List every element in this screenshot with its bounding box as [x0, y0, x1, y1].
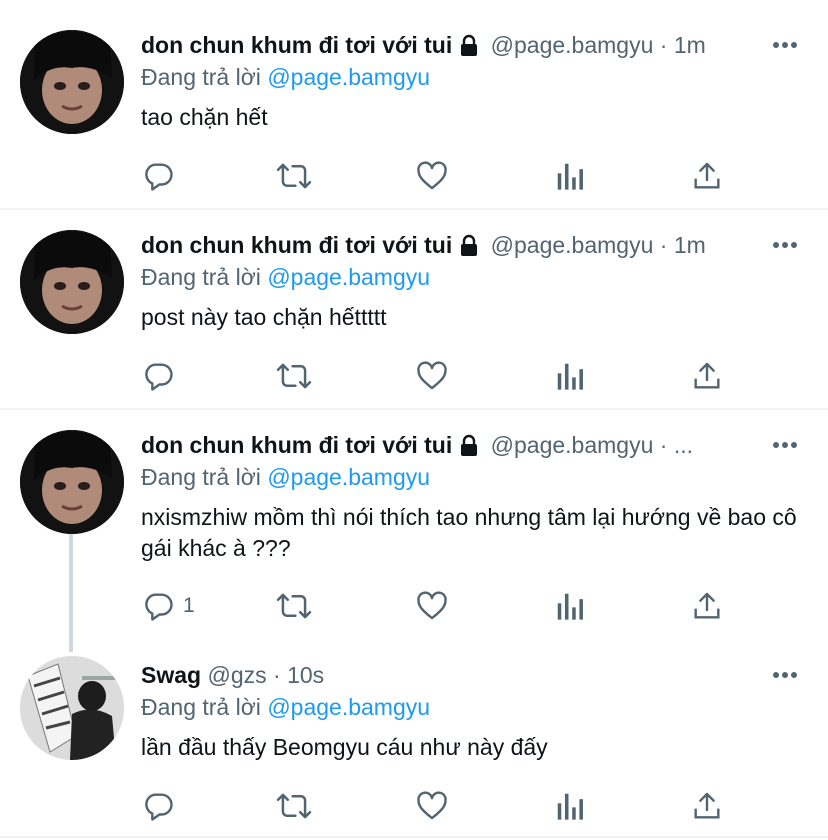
- retweet-icon: [276, 363, 312, 389]
- mention-link[interactable]: @page.bamgyu: [267, 64, 430, 90]
- lock-icon: [458, 33, 480, 60]
- share-button[interactable]: [691, 588, 723, 624]
- timestamp[interactable]: ...: [674, 432, 693, 458]
- reply-icon: [145, 363, 173, 391]
- divider: [0, 208, 828, 210]
- heart-icon: [417, 361, 447, 390]
- share-button[interactable]: [691, 358, 723, 394]
- tweet-text: tao chặn hết: [141, 104, 268, 130]
- heart-icon: [417, 161, 447, 190]
- mention-link[interactable]: @page.bamgyu: [267, 464, 430, 490]
- display-name[interactable]: don chun khum đi tơi với tui: [141, 232, 452, 258]
- retweet-icon: [276, 793, 312, 819]
- reply-icon: [145, 163, 173, 191]
- share-icon: [694, 592, 720, 619]
- tweet-text: lần đầu thấy Beomgyu cáu như này đấy: [141, 734, 548, 760]
- timestamp[interactable]: 1m: [674, 232, 706, 258]
- tweet-1[interactable]: don chun khum đi tơi với tui @page.bamgy…: [0, 30, 828, 210]
- reply-button[interactable]: [141, 158, 183, 194]
- action-bar: [141, 158, 741, 194]
- reply-button[interactable]: 1: [141, 588, 195, 624]
- share-button[interactable]: [691, 158, 723, 194]
- more-icon[interactable]: [772, 230, 798, 260]
- analytics-icon: [557, 593, 583, 620]
- retweet-button[interactable]: [276, 158, 312, 194]
- reply-icon: [145, 793, 173, 821]
- handle[interactable]: @gzs: [207, 662, 266, 688]
- reply-button[interactable]: [141, 788, 183, 824]
- retweet-icon: [276, 593, 312, 619]
- analytics-icon: [557, 793, 583, 820]
- replying-to-label: Đang trả lời: [141, 694, 268, 720]
- replying-to-label: Đang trả lời: [141, 264, 268, 290]
- display-name[interactable]: don chun khum đi tơi với tui: [141, 432, 452, 458]
- action-bar: 1: [141, 588, 741, 624]
- heart-icon: [417, 591, 447, 620]
- avatar[interactable]: [20, 656, 124, 760]
- separator-dot: ·: [273, 662, 281, 688]
- display-name[interactable]: Swag: [141, 662, 201, 688]
- lock-icon: [458, 433, 480, 460]
- tweet-text: nxismzhiw mồm thì nói thích tao nhưng tâ…: [141, 504, 804, 561]
- action-bar: [141, 788, 741, 824]
- tweet-4[interactable]: Swag @gzs · 10s Đang trả lời @page.bamgy…: [0, 656, 828, 840]
- more-icon[interactable]: [772, 660, 798, 690]
- more-icon[interactable]: [772, 430, 798, 460]
- analytics-button[interactable]: [555, 788, 585, 824]
- analytics-icon: [557, 163, 583, 190]
- display-name[interactable]: don chun khum đi tơi với tui: [141, 32, 452, 58]
- analytics-button[interactable]: [555, 158, 585, 194]
- avatar[interactable]: [20, 230, 124, 334]
- tweet-3[interactable]: don chun khum đi tơi với tui @page.bamgy…: [0, 430, 828, 650]
- heart-icon: [417, 791, 447, 820]
- share-button[interactable]: [691, 788, 723, 824]
- retweet-icon: [276, 163, 312, 189]
- action-bar: [141, 358, 741, 394]
- avatar[interactable]: [20, 30, 124, 134]
- reply-button[interactable]: [141, 358, 183, 394]
- retweet-button[interactable]: [276, 358, 312, 394]
- replying-to: Đang trả lời @page.bamgyu: [141, 62, 430, 92]
- tweet-text: post này tao chặn hếttttt: [141, 304, 387, 330]
- replying-to-label: Đang trả lời: [141, 464, 268, 490]
- replying-to: Đang trả lời @page.bamgyu: [141, 462, 430, 492]
- divider: [0, 408, 828, 410]
- analytics-button[interactable]: [555, 588, 585, 624]
- analytics-button[interactable]: [555, 358, 585, 394]
- retweet-button[interactable]: [276, 788, 312, 824]
- timestamp[interactable]: 10s: [287, 662, 324, 688]
- mention-link[interactable]: @page.bamgyu: [267, 694, 430, 720]
- separator-dot: ·: [659, 232, 668, 258]
- avatar[interactable]: [20, 430, 124, 534]
- replying-to: Đang trả lời @page.bamgyu: [141, 262, 430, 292]
- like-button[interactable]: [415, 158, 449, 194]
- timestamp[interactable]: 1m: [674, 32, 706, 58]
- handle[interactable]: @page.bamgyu: [491, 232, 654, 258]
- share-icon: [694, 362, 720, 389]
- divider: [0, 836, 828, 838]
- more-icon[interactable]: [772, 30, 798, 60]
- analytics-icon: [557, 363, 583, 390]
- like-button[interactable]: [415, 588, 449, 624]
- tweet-2[interactable]: don chun khum đi tơi với tui @page.bamgy…: [0, 230, 828, 410]
- reply-count: 1: [183, 594, 195, 617]
- lock-icon: [458, 233, 480, 260]
- handle[interactable]: @page.bamgyu: [491, 432, 654, 458]
- share-icon: [694, 792, 720, 819]
- replying-to-label: Đang trả lời: [141, 64, 268, 90]
- replying-to: Đang trả lời @page.bamgyu: [141, 692, 430, 722]
- mention-link[interactable]: @page.bamgyu: [267, 264, 430, 290]
- handle[interactable]: @page.bamgyu: [491, 32, 654, 58]
- like-button[interactable]: [415, 358, 449, 394]
- separator-dot: ·: [659, 32, 668, 58]
- reply-icon: [145, 593, 173, 621]
- separator-dot: ·: [659, 432, 668, 458]
- like-button[interactable]: [415, 788, 449, 824]
- retweet-button[interactable]: [276, 588, 312, 624]
- share-icon: [694, 162, 720, 189]
